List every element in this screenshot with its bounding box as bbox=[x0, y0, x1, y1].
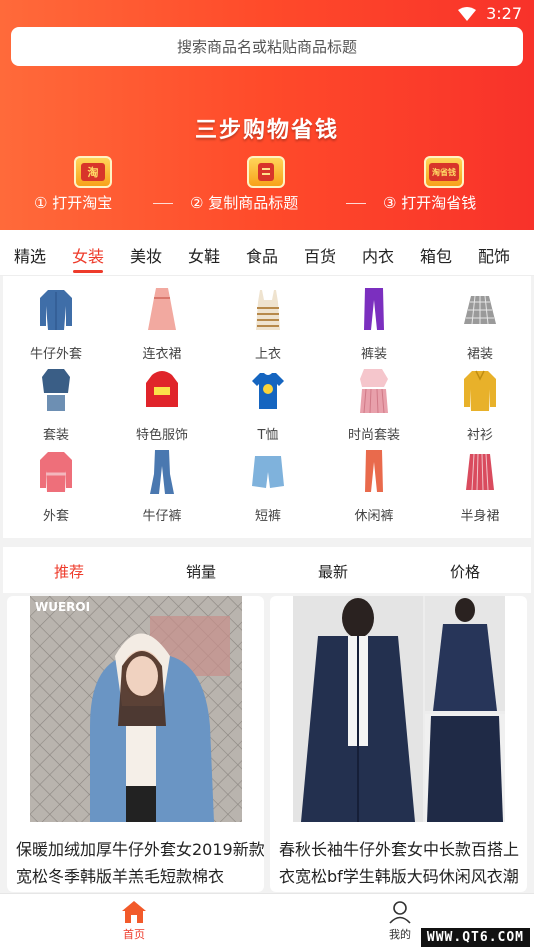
subcategory-item[interactable]: 裙装 bbox=[427, 278, 533, 362]
bottom-tab-bar: 首页 我的 WWW.QT6.COM bbox=[0, 893, 534, 949]
subcategory-label: 短裤 bbox=[254, 509, 281, 524]
casual-pants-icon bbox=[365, 450, 383, 492]
tab-mine-label: 我的 bbox=[389, 928, 411, 941]
search-input[interactable]: 搜索商品名或粘贴商品标题 bbox=[11, 27, 523, 66]
step-1-label: 打开淘宝 bbox=[52, 194, 113, 212]
step-3-num: ③ bbox=[383, 194, 397, 212]
subcategory-label: 牛仔裤 bbox=[142, 509, 182, 524]
product-card[interactable]: WUEROI 保暖加绒加厚牛仔外套女2019新款宽松冬季韩版羊羔毛短款棉衣 bbox=[7, 596, 264, 892]
subcategory-item[interactable]: 牛仔裤 bbox=[109, 440, 215, 524]
tab-home-label: 首页 bbox=[123, 928, 145, 941]
step-divider bbox=[346, 203, 366, 204]
brand-mark: WUEROI bbox=[35, 600, 91, 614]
subcategory-item[interactable]: 套装 bbox=[3, 359, 109, 443]
sort-recommended[interactable]: 推荐 bbox=[3, 561, 135, 582]
subcategory-item[interactable]: 衬衫 bbox=[427, 359, 533, 443]
half-skirt-icon bbox=[466, 453, 494, 491]
product-image bbox=[293, 596, 505, 822]
tab-nvzhuang[interactable]: 女装 bbox=[72, 243, 104, 267]
user-icon bbox=[389, 901, 411, 924]
copy-icon bbox=[247, 156, 285, 188]
step-3: ③ 打开淘省钱 bbox=[383, 192, 476, 213]
search-placeholder: 搜索商品名或粘贴商品标题 bbox=[176, 38, 357, 56]
subcategory-item[interactable]: 外套 bbox=[3, 440, 109, 524]
sort-newest[interactable]: 最新 bbox=[267, 561, 399, 582]
step-divider bbox=[153, 203, 173, 204]
jeans-icon bbox=[150, 450, 174, 494]
step-1-num: ① bbox=[34, 194, 48, 212]
subcategory-item[interactable]: 牛仔外套 bbox=[3, 278, 109, 362]
dress-icon bbox=[148, 288, 176, 330]
taobao-icon-text: 淘 bbox=[81, 163, 105, 181]
save-money-icon: 淘省钱 bbox=[424, 156, 464, 188]
product-card[interactable]: 春秋长袖牛仔外套女中长款百搭上衣宽松bf学生韩版大码休闲风衣潮 bbox=[270, 596, 527, 892]
top-icon bbox=[256, 290, 280, 330]
product-title: 春秋长袖牛仔外套女中长款百搭上衣宽松bf学生韩版大码休闲风衣潮 bbox=[279, 840, 520, 886]
tshirt-icon bbox=[252, 373, 284, 409]
shorts-icon bbox=[252, 456, 284, 488]
step-2: ② 复制商品标题 bbox=[190, 192, 298, 213]
step-2-label: 复制商品标题 bbox=[208, 194, 299, 212]
subcategory-item[interactable]: 连衣裙 bbox=[109, 278, 215, 362]
tab-jingxuan[interactable]: 精选 bbox=[14, 243, 46, 267]
subcategory-label: 休闲裤 bbox=[354, 509, 394, 524]
subcategory-grid: 牛仔外套 连衣裙 上衣 裤装 裙装 套装 特色服饰 T恤 时尚套装 衬衫 外套 bbox=[3, 276, 531, 538]
hoodie-icon bbox=[146, 371, 178, 407]
shirt-icon bbox=[464, 370, 496, 411]
product-title: 保暖加绒加厚牛仔外套女2019新款宽松冬季韩版羊羔毛短款棉衣 bbox=[16, 840, 264, 886]
promo-banner: 3:27 搜索商品名或粘贴商品标题 三步购物省钱 淘 淘省钱 ① 打开淘宝 ② … bbox=[0, 0, 534, 230]
tab-meizhuang[interactable]: 美妆 bbox=[130, 243, 162, 267]
subcategory-item[interactable]: 短裤 bbox=[215, 440, 321, 524]
sort-price[interactable]: 价格 bbox=[399, 561, 531, 582]
watermark: WWW.QT6.COM bbox=[420, 928, 530, 947]
step-2-num: ② bbox=[190, 194, 204, 212]
tab-home[interactable]: 首页 bbox=[104, 900, 164, 942]
step-3-label: 打开淘省钱 bbox=[401, 194, 477, 212]
subcategory-item[interactable]: 上衣 bbox=[215, 278, 321, 362]
category-tabs: 精选 女装 美妆 女鞋 食品 百货 内衣 箱包 配饰 bbox=[0, 230, 534, 276]
steps-row: ① 打开淘宝 ② 复制商品标题 ③ 打开淘省钱 bbox=[0, 192, 534, 216]
tab-peishi[interactable]: 配饰 bbox=[478, 243, 510, 267]
banner-slogan: 三步购物省钱 bbox=[194, 118, 339, 143]
tab-neiyi[interactable]: 内衣 bbox=[362, 243, 394, 267]
tab-xiangbao[interactable]: 箱包 bbox=[420, 243, 452, 267]
sort-sales[interactable]: 销量 bbox=[135, 561, 267, 582]
subcategory-item[interactable]: 裤装 bbox=[321, 278, 427, 362]
coat-icon bbox=[40, 452, 72, 492]
subcategory-item[interactable]: 半身裙 bbox=[427, 440, 533, 524]
subcategory-item[interactable]: 特色服饰 bbox=[109, 359, 215, 443]
tab-nvxie[interactable]: 女鞋 bbox=[188, 243, 220, 267]
subcategory-item[interactable]: 时尚套装 bbox=[321, 359, 427, 443]
status-bar: 3:27 bbox=[0, 0, 534, 28]
subcategory-label: 半身裙 bbox=[460, 509, 500, 524]
status-time: 3:27 bbox=[486, 4, 522, 23]
pants-icon bbox=[364, 288, 384, 330]
tab-shipin[interactable]: 食品 bbox=[246, 243, 278, 267]
tab-baihuo[interactable]: 百货 bbox=[304, 243, 336, 267]
subcategory-label: 外套 bbox=[42, 509, 69, 524]
suit-icon bbox=[42, 369, 70, 411]
step-1: ① 打开淘宝 bbox=[34, 192, 112, 213]
taobao-icon: 淘 bbox=[74, 156, 112, 188]
denim-jacket-icon bbox=[40, 290, 72, 330]
save-money-icon-text: 淘省钱 bbox=[429, 163, 459, 181]
skirt-icon bbox=[464, 295, 496, 325]
sort-bar: 推荐 销量 最新 价格 bbox=[3, 547, 531, 593]
fashion-set-icon bbox=[360, 369, 388, 413]
subcategory-item[interactable]: T恤 bbox=[215, 359, 321, 443]
product-image bbox=[30, 596, 242, 822]
wifi-icon bbox=[458, 6, 477, 21]
home-icon bbox=[122, 901, 146, 923]
active-tab-indicator bbox=[73, 270, 103, 273]
subcategory-item[interactable]: 休闲裤 bbox=[321, 440, 427, 524]
